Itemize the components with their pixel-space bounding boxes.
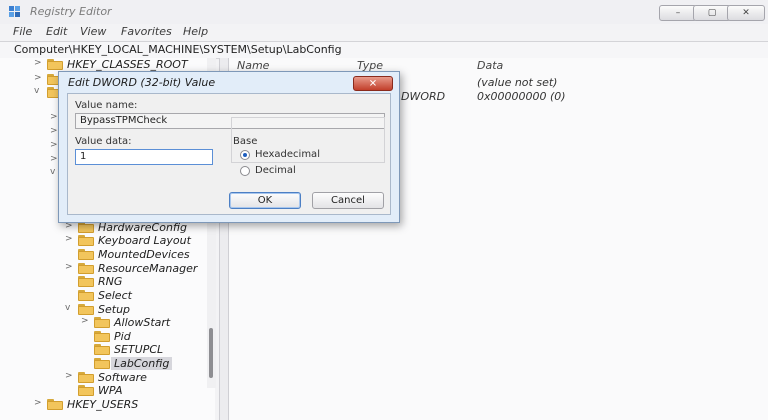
registry-editor-app-icon bbox=[9, 6, 20, 17]
radio-decimal[interactable] bbox=[240, 166, 250, 176]
value-name-label: Value name: bbox=[75, 100, 138, 111]
tree-node-label: Setup bbox=[98, 303, 131, 316]
tree-node-label: HKEY_USERS bbox=[67, 398, 139, 411]
folder-icon bbox=[78, 263, 94, 274]
tree-node-label: MountedDevices bbox=[98, 248, 190, 261]
tree-node-label: Pid bbox=[114, 330, 131, 343]
folder-icon bbox=[47, 59, 63, 70]
folder-icon bbox=[78, 304, 94, 315]
menu-favorites[interactable]: Favorites bbox=[121, 25, 172, 38]
address-path: Computer\HKEY_LOCAL_MACHINE\SYSTEM\Setup… bbox=[14, 43, 342, 56]
folder-icon bbox=[94, 358, 110, 369]
value-data-label: Value data: bbox=[75, 136, 132, 147]
menu-edit[interactable]: Edit bbox=[46, 25, 67, 38]
tree-node-label: HKEY_CLASSES_ROOT bbox=[67, 58, 188, 71]
cancel-button[interactable]: Cancel bbox=[312, 192, 384, 209]
menu-bar: File Edit View Favorites Help bbox=[0, 24, 768, 40]
menu-file[interactable]: File bbox=[13, 25, 32, 38]
dialog-title: Edit DWORD (32-bit) Value bbox=[68, 76, 216, 89]
chevron-down-icon[interactable]: v bbox=[34, 86, 44, 96]
value-row-default-data[interactable]: (value not set) bbox=[477, 76, 557, 89]
tree-node-label: AllowStart bbox=[114, 316, 171, 329]
menu-view[interactable]: View bbox=[80, 25, 106, 38]
registry-editor-window: Registry Editor – ▢ ✕ File Edit View Fav… bbox=[0, 0, 768, 420]
tree-node-label: WPA bbox=[98, 384, 123, 397]
folder-icon bbox=[78, 276, 94, 287]
title-bar: Registry Editor – ▢ ✕ bbox=[0, 0, 768, 24]
dialog-close-button[interactable]: ✕ bbox=[353, 76, 393, 91]
dialog-body: Value name: BypassTPMCheck Value data: 1… bbox=[67, 93, 391, 215]
chevron-down-icon[interactable]: v bbox=[65, 303, 75, 313]
folder-icon bbox=[78, 385, 94, 396]
minimize-button[interactable]: – bbox=[659, 5, 697, 21]
value-data-text: 1 bbox=[80, 151, 87, 162]
folder-icon bbox=[78, 249, 94, 260]
ok-button[interactable]: OK bbox=[229, 192, 301, 209]
tree-node-label: SETUPCL bbox=[114, 343, 164, 356]
menu-help[interactable]: Help bbox=[183, 25, 208, 38]
tree-node-label: Software bbox=[98, 371, 147, 384]
tree-node-label: LabConfig bbox=[111, 357, 173, 370]
folder-icon bbox=[47, 399, 63, 410]
close-button[interactable]: ✕ bbox=[727, 5, 765, 21]
tree-node-label: RNG bbox=[98, 275, 123, 288]
close-icon: ✕ bbox=[742, 8, 750, 18]
radio-hexadecimal-label[interactable]: Hexadecimal bbox=[255, 149, 320, 160]
close-icon: ✕ bbox=[368, 77, 378, 89]
window-title: Registry Editor bbox=[30, 5, 112, 18]
chevron-right-icon[interactable]: > bbox=[65, 234, 75, 244]
maximize-icon: ▢ bbox=[707, 8, 717, 18]
tree-node-label: Keyboard Layout bbox=[98, 234, 191, 247]
folder-icon bbox=[78, 235, 94, 246]
minimize-icon: – bbox=[675, 8, 681, 18]
folder-icon bbox=[94, 317, 110, 328]
value-row-type[interactable]: DWORD bbox=[401, 90, 445, 103]
folder-icon bbox=[78, 222, 94, 233]
folder-icon bbox=[94, 344, 110, 355]
value-row-data[interactable]: 0x00000000 (0) bbox=[477, 90, 566, 103]
folder-icon bbox=[78, 372, 94, 383]
chevron-right-icon[interactable]: > bbox=[65, 371, 75, 381]
chevron-right-icon[interactable]: > bbox=[34, 58, 44, 68]
radio-decimal-label[interactable]: Decimal bbox=[255, 165, 296, 176]
address-bar[interactable]: Computer\HKEY_LOCAL_MACHINE\SYSTEM\Setup… bbox=[0, 41, 768, 59]
folder-icon bbox=[78, 290, 94, 301]
value-data-input[interactable]: 1 bbox=[75, 149, 213, 165]
column-header-data[interactable]: Data bbox=[477, 59, 503, 72]
edit-dword-dialog: Edit DWORD (32-bit) Value ✕ Value name: … bbox=[58, 71, 400, 223]
tree-node-label: ResourceManager bbox=[98, 262, 198, 275]
value-name-text: BypassTPMCheck bbox=[80, 115, 168, 126]
chevron-right-icon[interactable]: > bbox=[65, 262, 75, 272]
chevron-right-icon[interactable]: > bbox=[81, 316, 91, 326]
chevron-right-icon[interactable]: > bbox=[34, 73, 44, 83]
folder-icon bbox=[94, 331, 110, 342]
tree-node-label: Select bbox=[98, 289, 132, 302]
radio-hexadecimal[interactable] bbox=[240, 150, 250, 160]
maximize-button[interactable]: ▢ bbox=[693, 5, 731, 21]
chevron-right-icon[interactable]: > bbox=[34, 398, 44, 408]
tree-scrollbar-thumb[interactable] bbox=[209, 328, 213, 378]
